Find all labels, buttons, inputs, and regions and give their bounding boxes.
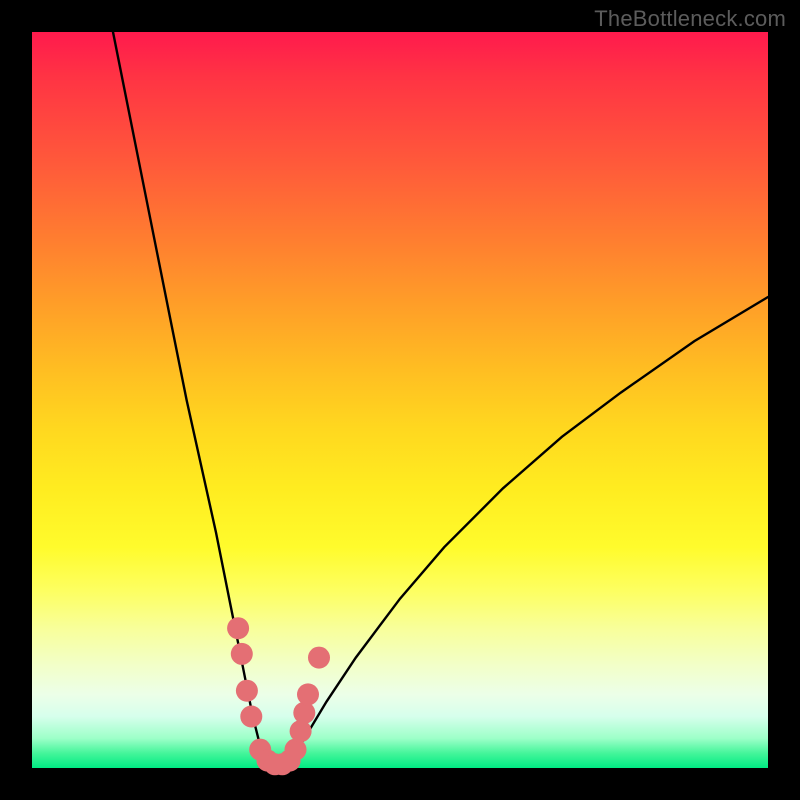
bottleneck-curve bbox=[113, 32, 768, 768]
curve-marker bbox=[240, 706, 262, 728]
watermark-text: TheBottleneck.com bbox=[594, 6, 786, 32]
chart-svg bbox=[32, 32, 768, 768]
curve-marker bbox=[236, 680, 258, 702]
curve-markers bbox=[227, 617, 330, 775]
curve-marker bbox=[308, 647, 330, 669]
plot-area bbox=[32, 32, 768, 768]
curve-marker bbox=[285, 739, 307, 761]
curve-marker bbox=[293, 702, 315, 724]
curve-marker bbox=[290, 720, 312, 742]
chart-frame: TheBottleneck.com bbox=[0, 0, 800, 800]
curve-marker bbox=[231, 643, 253, 665]
curve-marker bbox=[227, 617, 249, 639]
curve-marker bbox=[297, 683, 319, 705]
